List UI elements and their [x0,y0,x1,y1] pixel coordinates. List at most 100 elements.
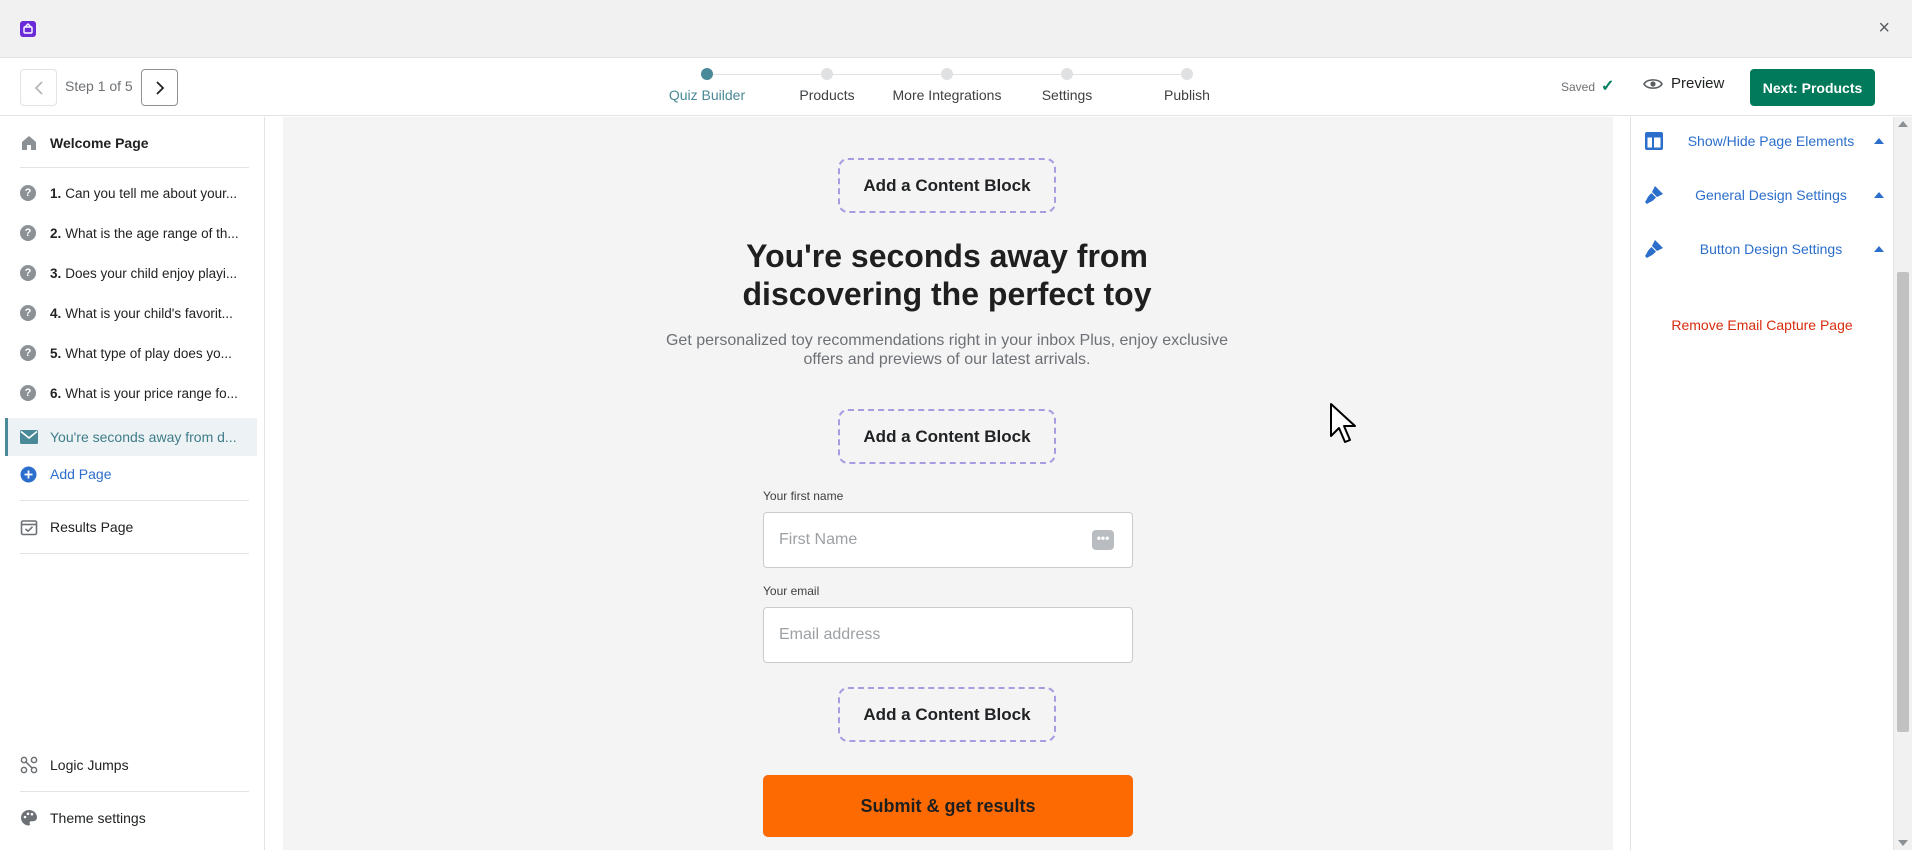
remove-email-capture-page-link[interactable]: Remove Email Capture Page [1631,317,1893,333]
settings-panel: Show/Hide Page Elements General Design S… [1630,117,1892,850]
step-label: Publish [1164,87,1210,103]
sidebar-item-email-capture-page[interactable]: You're seconds away from d... [20,419,250,455]
plus-circle-icon [20,466,42,483]
scroll-up-arrow-icon[interactable] [1898,121,1908,127]
envelope-icon [20,430,42,444]
add-page-button[interactable]: Add Page [20,456,250,492]
next-step-button[interactable] [141,69,178,106]
sidebar-item-label: 2. What is the age range of th... [50,225,239,241]
question-icon: ? [20,265,36,281]
step-dot [941,68,953,80]
question-icon: ? [20,305,36,321]
sidebar-item-welcome-page[interactable]: Welcome Page [20,125,250,161]
autofill-dots-icon[interactable]: ••• [1092,530,1114,550]
step-dot [821,68,833,80]
sidebar-item-label: 3. Does your child enjoy playi... [50,265,238,281]
sidebar-item-label: 6. What is your price range fo... [50,385,238,401]
app-icon [20,21,36,37]
sidebar-item-results-page[interactable]: Results Page [20,509,250,545]
add-content-block-button[interactable]: Add a Content Block [838,409,1056,464]
sidebar-item-question-1[interactable]: ? 1. Can you tell me about your... [20,175,250,211]
sidebar-item-question-5[interactable]: ? 5. What type of play does yo... [20,335,250,371]
step-quiz-builder[interactable]: Quiz Builder [647,67,767,103]
add-content-block-button[interactable]: Add a Content Block [838,687,1056,742]
checkmark-icon: ✓ [1601,78,1615,95]
vertical-scrollbar[interactable] [1893,117,1912,850]
next-products-button[interactable]: Next: Products [1750,69,1875,106]
sidebar-item-logic-jumps[interactable]: Logic Jumps [20,747,250,783]
step-dot [1181,68,1193,80]
step-label: Products [799,87,855,103]
email-label: Your email [763,584,820,598]
submit-results-button[interactable]: Submit & get results [763,775,1133,837]
step-publish[interactable]: Publish [1127,67,1247,103]
sidebar-item-label: Logic Jumps [50,757,129,773]
question-icon: ? [20,385,36,401]
sidebar-item-question-2[interactable]: ? 2. What is the age range of th... [20,215,250,251]
panel-item-label: Button Design Settings [1699,241,1843,257]
email-placeholder: Email address [779,626,881,643]
logic-jumps-icon [20,756,42,774]
home-icon [20,134,42,152]
sidebar-item-question-3[interactable]: ? 3. Does your child enjoy playi... [20,255,250,291]
sidebar-divider [20,791,249,792]
first-name-label: Your first name [763,489,844,503]
sidebar-divider [20,553,249,554]
sidebar-item-label: Theme settings [50,810,146,826]
preview-label: Preview [1671,75,1725,92]
step-label: More Integrations [892,87,1002,103]
step-products[interactable]: Products [767,67,887,103]
general-design-settings-toggle[interactable]: General Design Settings [1644,180,1884,210]
sidebar-item-label: 1. Can you tell me about your... [50,185,238,201]
sidebar-item-label: 4. What is your child's favorit... [50,305,233,321]
sidebar-divider [20,167,249,168]
button-design-settings-toggle[interactable]: Button Design Settings [1644,234,1884,264]
step-count-label: Step 1 of 5 [65,78,133,94]
panel-item-label: Show/Hide Page Elements [1687,133,1855,149]
step-settings[interactable]: Settings [1007,67,1127,103]
sidebar-item-label: Welcome Page [50,135,149,151]
first-name-placeholder: First Name [779,531,858,548]
saved-label: Saved [1561,80,1596,94]
pages-sidebar: Welcome Page ? 1. Can you tell me about y… [0,117,265,850]
sidebar-divider [20,500,249,501]
preview-button[interactable]: Preview [1643,75,1724,92]
caret-up-icon [1874,246,1884,252]
scrollbar-thumb[interactable] [1897,272,1909,732]
close-window-icon[interactable]: × [1878,17,1890,40]
progress-stepper: Quiz Builder Products More Integrations … [647,67,1247,111]
show-hide-page-elements-toggle[interactable]: Show/Hide Page Elements [1644,126,1884,156]
panel-item-label: General Design Settings [1695,187,1847,203]
page-subtext[interactable]: Get personalized toy recommendations rig… [659,331,1235,369]
caret-up-icon [1874,192,1884,198]
question-icon: ? [20,225,36,241]
question-icon: ? [20,185,36,201]
sidebar-item-theme-settings[interactable]: Theme settings [20,800,250,836]
page-headline[interactable]: You're seconds away from discovering the… [659,237,1235,313]
top-step-bar: Step 1 of 5 Quiz Builder Products More I… [0,58,1912,116]
eye-icon [1643,78,1663,89]
add-page-label: Add Page [50,466,112,482]
paintbrush-icon [1644,185,1666,205]
email-input[interactable]: Email address [763,607,1133,663]
previous-step-button[interactable] [20,69,57,106]
step-dot [701,68,713,80]
step-label: Settings [1041,87,1093,103]
scroll-down-arrow-icon[interactable] [1898,840,1908,846]
sidebar-item-question-6[interactable]: ? 6. What is your price range fo... [20,375,250,411]
sidebar-item-label: 5. What type of play does yo... [50,345,232,361]
step-more-integrations[interactable]: More Integrations [887,67,1007,103]
palette-icon [20,809,42,827]
paintbrush-icon [1644,239,1666,259]
saved-status: Saved ✓ [1561,78,1615,95]
calendar-check-icon [20,518,42,536]
caret-up-icon [1874,138,1884,144]
step-dot [1061,68,1073,80]
step-label: Quiz Builder [668,87,746,103]
first-name-input[interactable]: First Name ••• [763,512,1133,568]
mouse-pointer-icon [1330,403,1356,443]
layout-icon [1644,131,1666,151]
chevron-left-icon [34,80,43,95]
add-content-block-button[interactable]: Add a Content Block [838,158,1056,213]
sidebar-item-question-4[interactable]: ? 4. What is your child's favorit... [20,295,250,331]
